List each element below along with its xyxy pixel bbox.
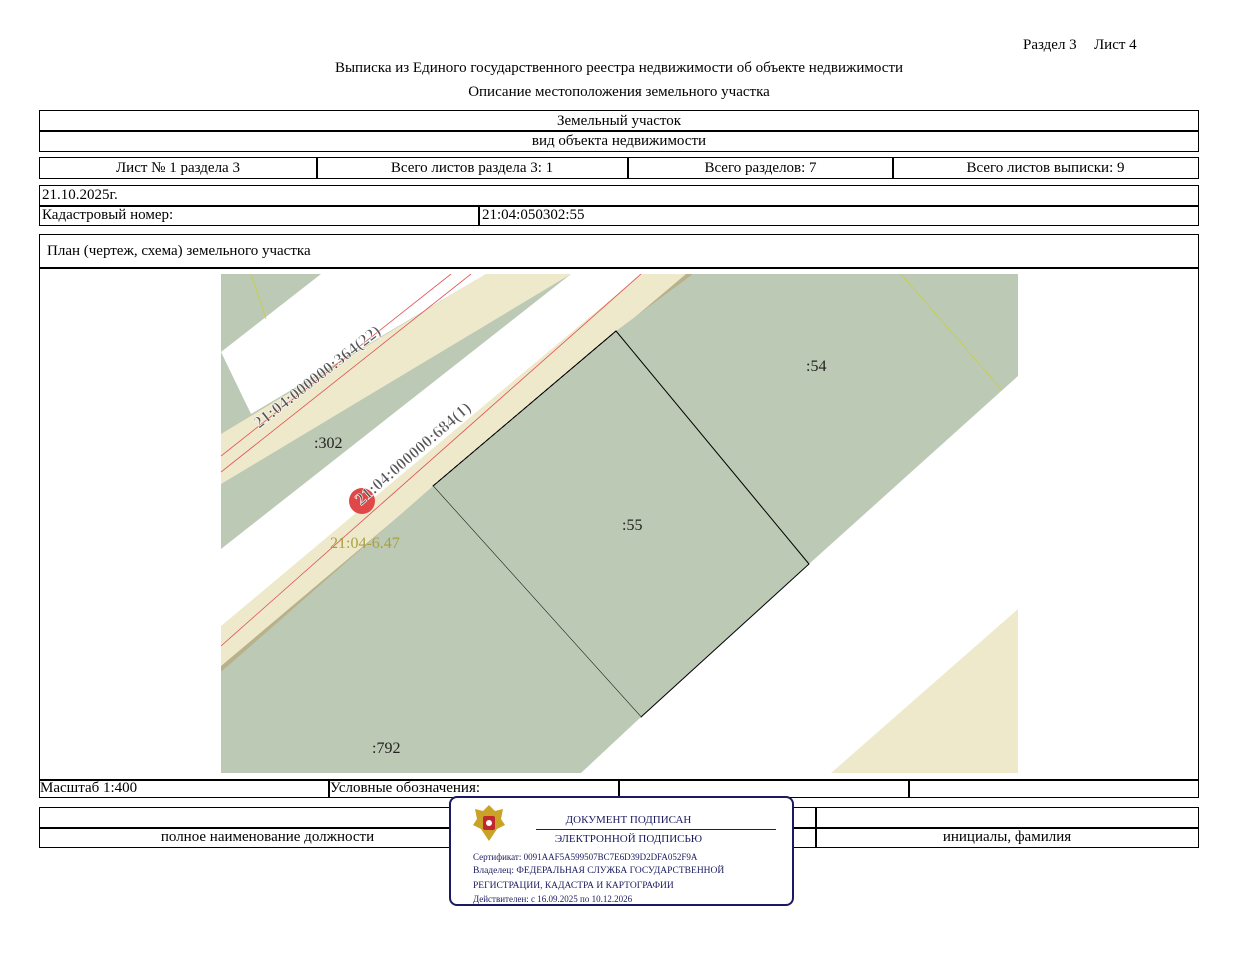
signed-line2: ЭЛЕКТРОННОЙ ПОДПИСЬЮ [554, 833, 703, 845]
owner-line1: Владелец: ФЕДЕРАЛЬНАЯ СЛУЖБА ГОСУДАРСТВЕ… [473, 866, 725, 876]
total-sections: Всего разделов: 7 [704, 159, 817, 176]
cadastral-label: Кадастровый номер: [42, 207, 174, 223]
object-type-caption: вид объекта недвижимости [531, 132, 707, 149]
document-title: Выписка из Единого государственного реес… [334, 60, 904, 76]
total-section-sheets: Всего листов раздела 3: 1 [390, 159, 554, 176]
validity: Действителен: с 16.09.2025 по 10.12.2026 [473, 894, 633, 904]
label-302: :302 [314, 435, 342, 452]
plan-title: План (чертеж, схема) земельного участка [47, 242, 311, 259]
object-type-box: Земельный участок вид объекта недвижимос… [39, 110, 1199, 152]
label-quarter: 21:04-6.47 [330, 535, 400, 552]
name-caption: инициалы, фамилия [942, 829, 1072, 845]
info-box: 21.10.2025г. Кадастровый номер: 21:04:05… [39, 185, 1199, 226]
certificate: Сертификат: 0091AAF5A599507BC7E6D39D2DFA… [473, 852, 698, 862]
label-792: :792 [372, 740, 400, 757]
scale: Масштаб 1:400 [40, 780, 138, 796]
section-number: Раздел 3 [1023, 37, 1077, 53]
signed-line1: ДОКУМЕНТ ПОДПИСАН [565, 814, 692, 826]
position-caption: полное наименование должности [160, 829, 375, 845]
total-extract-sheets: Всего листов выписки: 9 [966, 159, 1125, 176]
electronic-signature-stamp: ДОКУМЕНТ ПОДПИСАН ЭЛЕКТРОННОЙ ПОДПИСЬЮ С… [449, 796, 794, 906]
label-54: :54 [806, 358, 826, 375]
legend-label: Условные обозначения: [330, 780, 481, 796]
sheet-in-section: Лист № 1 раздела 3 [116, 159, 240, 176]
date: 21.10.2025г. [42, 187, 118, 203]
sheets-row: Лист № 1 раздела 3 Всего листов раздела … [39, 157, 1199, 179]
document-subtitle: Описание местоположения земельного участ… [468, 84, 770, 100]
sheet-number: Лист 4 [1094, 37, 1137, 53]
label-55: :55 [622, 517, 642, 534]
object-type: Земельный участок [556, 112, 682, 129]
owner-line2: РЕГИСТРАЦИИ, КАДАСТРА И КАРТОГРАФИИ [473, 881, 674, 891]
cadastral-number: 21:04:050302:55 [482, 207, 585, 223]
cadastral-map: 21:04:000000:364(22) 21:04:000000:684(1)… [221, 274, 1018, 773]
